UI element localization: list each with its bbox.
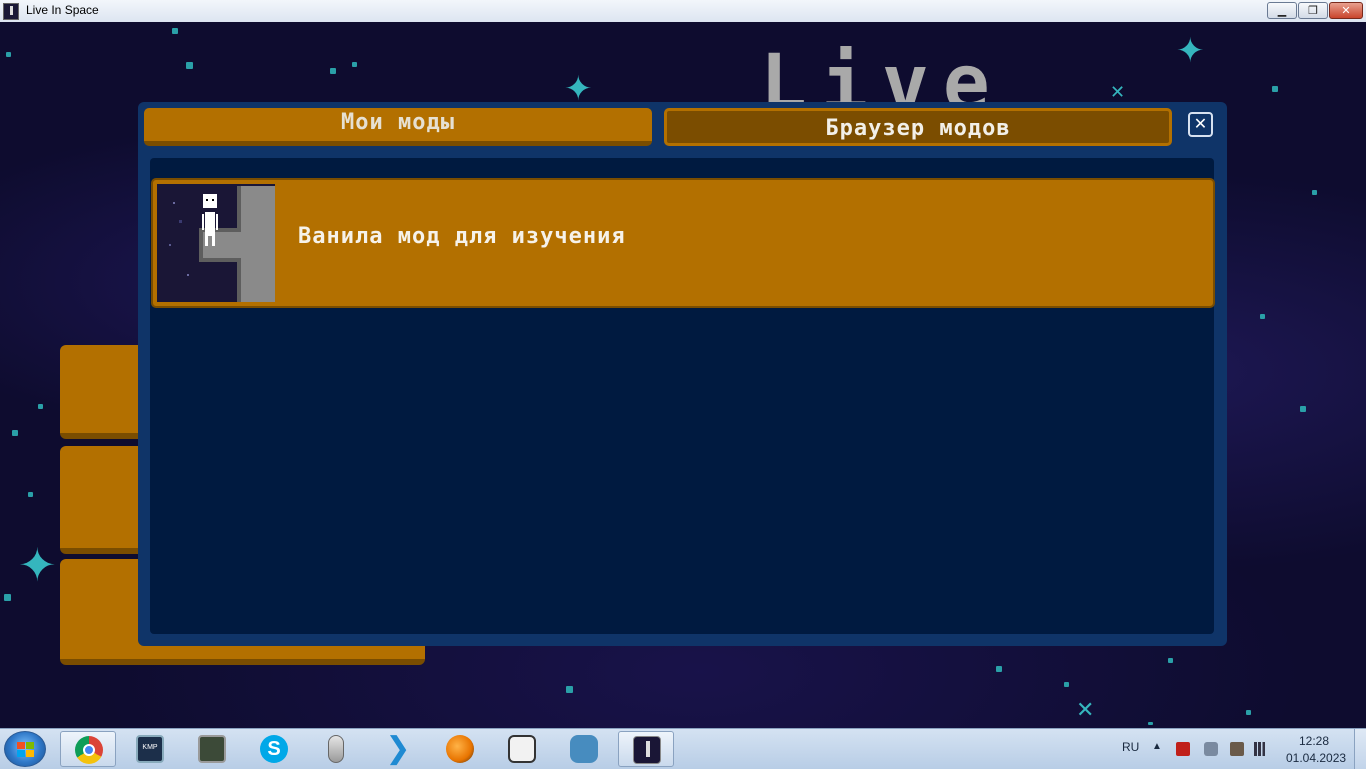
taskbar-chrome[interactable] <box>60 731 116 767</box>
star-decoration <box>38 404 43 409</box>
game-viewport[interactable]: ✦ ✦ ✦ ✕ ✕ Live Мои моды Браузер модов ✕ <box>0 22 1366 728</box>
taskbar-godot[interactable] <box>556 731 612 767</box>
sparkle-icon: ✦ <box>564 69 593 109</box>
clock-time[interactable]: 12:28 <box>1299 734 1329 748</box>
live-in-space-icon <box>633 736 661 764</box>
mod-list-item[interactable]: Ванила мод для изучения <box>151 178 1215 308</box>
maximize-button[interactable]: ❐ <box>1298 2 1328 19</box>
mods-dialog: Мои моды Браузер модов ✕ Ванила мод для … <box>138 102 1227 646</box>
star-decoration <box>352 62 357 67</box>
tab-my-mods[interactable]: Мои моды <box>144 108 652 146</box>
tray-expand-icon[interactable]: ▲ <box>1152 741 1162 752</box>
minimize-icon: ▁ <box>1277 4 1287 17</box>
show-desktop-button[interactable] <box>1354 729 1366 769</box>
minimize-button[interactable]: ▁ <box>1267 2 1297 19</box>
star-decoration <box>12 430 18 436</box>
star-decoration <box>996 666 1002 672</box>
taskbar-monitor-app[interactable] <box>184 731 240 767</box>
taskbar-ghost-app[interactable] <box>494 731 550 767</box>
star-decoration <box>6 52 11 57</box>
star-decoration <box>1272 86 1278 92</box>
taskbar-vscode[interactable]: ❯ <box>370 731 426 767</box>
close-window-icon: ✕ <box>1341 4 1351 17</box>
taskbar-kmplayer[interactable]: KMP <box>122 731 178 767</box>
mod-title: Ванила мод для изучения <box>298 224 626 249</box>
taskbar-skype[interactable]: S <box>246 731 302 767</box>
close-icon: ✕ <box>1193 114 1208 133</box>
taskbar-fl-studio[interactable] <box>432 731 488 767</box>
app-icon <box>3 3 19 20</box>
star-decoration <box>1168 658 1173 663</box>
astronaut-icon <box>157 184 275 302</box>
tray-app-icon[interactable] <box>1230 742 1244 756</box>
chrome-icon <box>75 736 103 764</box>
language-indicator[interactable]: RU <box>1122 740 1139 754</box>
window-title-bar[interactable]: Live In Space ▁ ❐ ✕ <box>0 0 1366 23</box>
sparkle-icon: ✦ <box>1176 31 1205 71</box>
mouse-app-icon <box>328 735 344 763</box>
ghost-app-icon <box>508 735 536 763</box>
skype-icon: S <box>260 735 288 763</box>
tab-mod-browser[interactable]: Браузер модов <box>664 108 1172 146</box>
windows-start-icon[interactable] <box>4 731 46 767</box>
clock-date[interactable]: 01.04.2023 <box>1286 751 1346 765</box>
volume-muted-icon[interactable] <box>1204 742 1218 756</box>
star-decoration <box>28 492 33 497</box>
taskbar-mouse-app[interactable] <box>308 731 364 767</box>
monitor-app-icon <box>198 735 226 763</box>
sparkle-icon: ✦ <box>18 538 57 592</box>
close-window-button[interactable]: ✕ <box>1329 2 1363 19</box>
star-decoration <box>1260 314 1265 319</box>
star-decoration <box>186 62 193 69</box>
taskbar-live-in-space[interactable] <box>618 731 674 767</box>
star-decoration <box>1300 406 1306 412</box>
sparkle-icon: ✕ <box>1076 698 1095 723</box>
star-decoration <box>1246 710 1251 715</box>
kmplayer-icon: KMP <box>136 735 164 763</box>
window-title: Live In Space <box>26 3 99 17</box>
network-signal-icon[interactable] <box>1254 742 1268 756</box>
star-decoration <box>1312 190 1317 195</box>
star-decoration <box>4 594 11 601</box>
star-decoration <box>566 686 573 693</box>
taskbar: KMP S ❯ RU ▲ 12:28 01.04.2023 <box>0 728 1366 769</box>
acrobat-tray-icon[interactable] <box>1176 742 1190 756</box>
game-logo: Live <box>760 44 1004 104</box>
star-decoration <box>172 28 178 34</box>
star-decoration <box>330 68 336 74</box>
godot-icon <box>570 735 598 763</box>
star-decoration <box>1148 722 1153 725</box>
close-dialog-button[interactable]: ✕ <box>1188 112 1213 137</box>
vscode-icon: ❯ <box>385 731 411 766</box>
fl-studio-icon <box>446 735 474 763</box>
star-decoration <box>1064 682 1069 687</box>
maximize-icon: ❐ <box>1308 4 1318 17</box>
mod-thumbnail <box>157 184 275 302</box>
